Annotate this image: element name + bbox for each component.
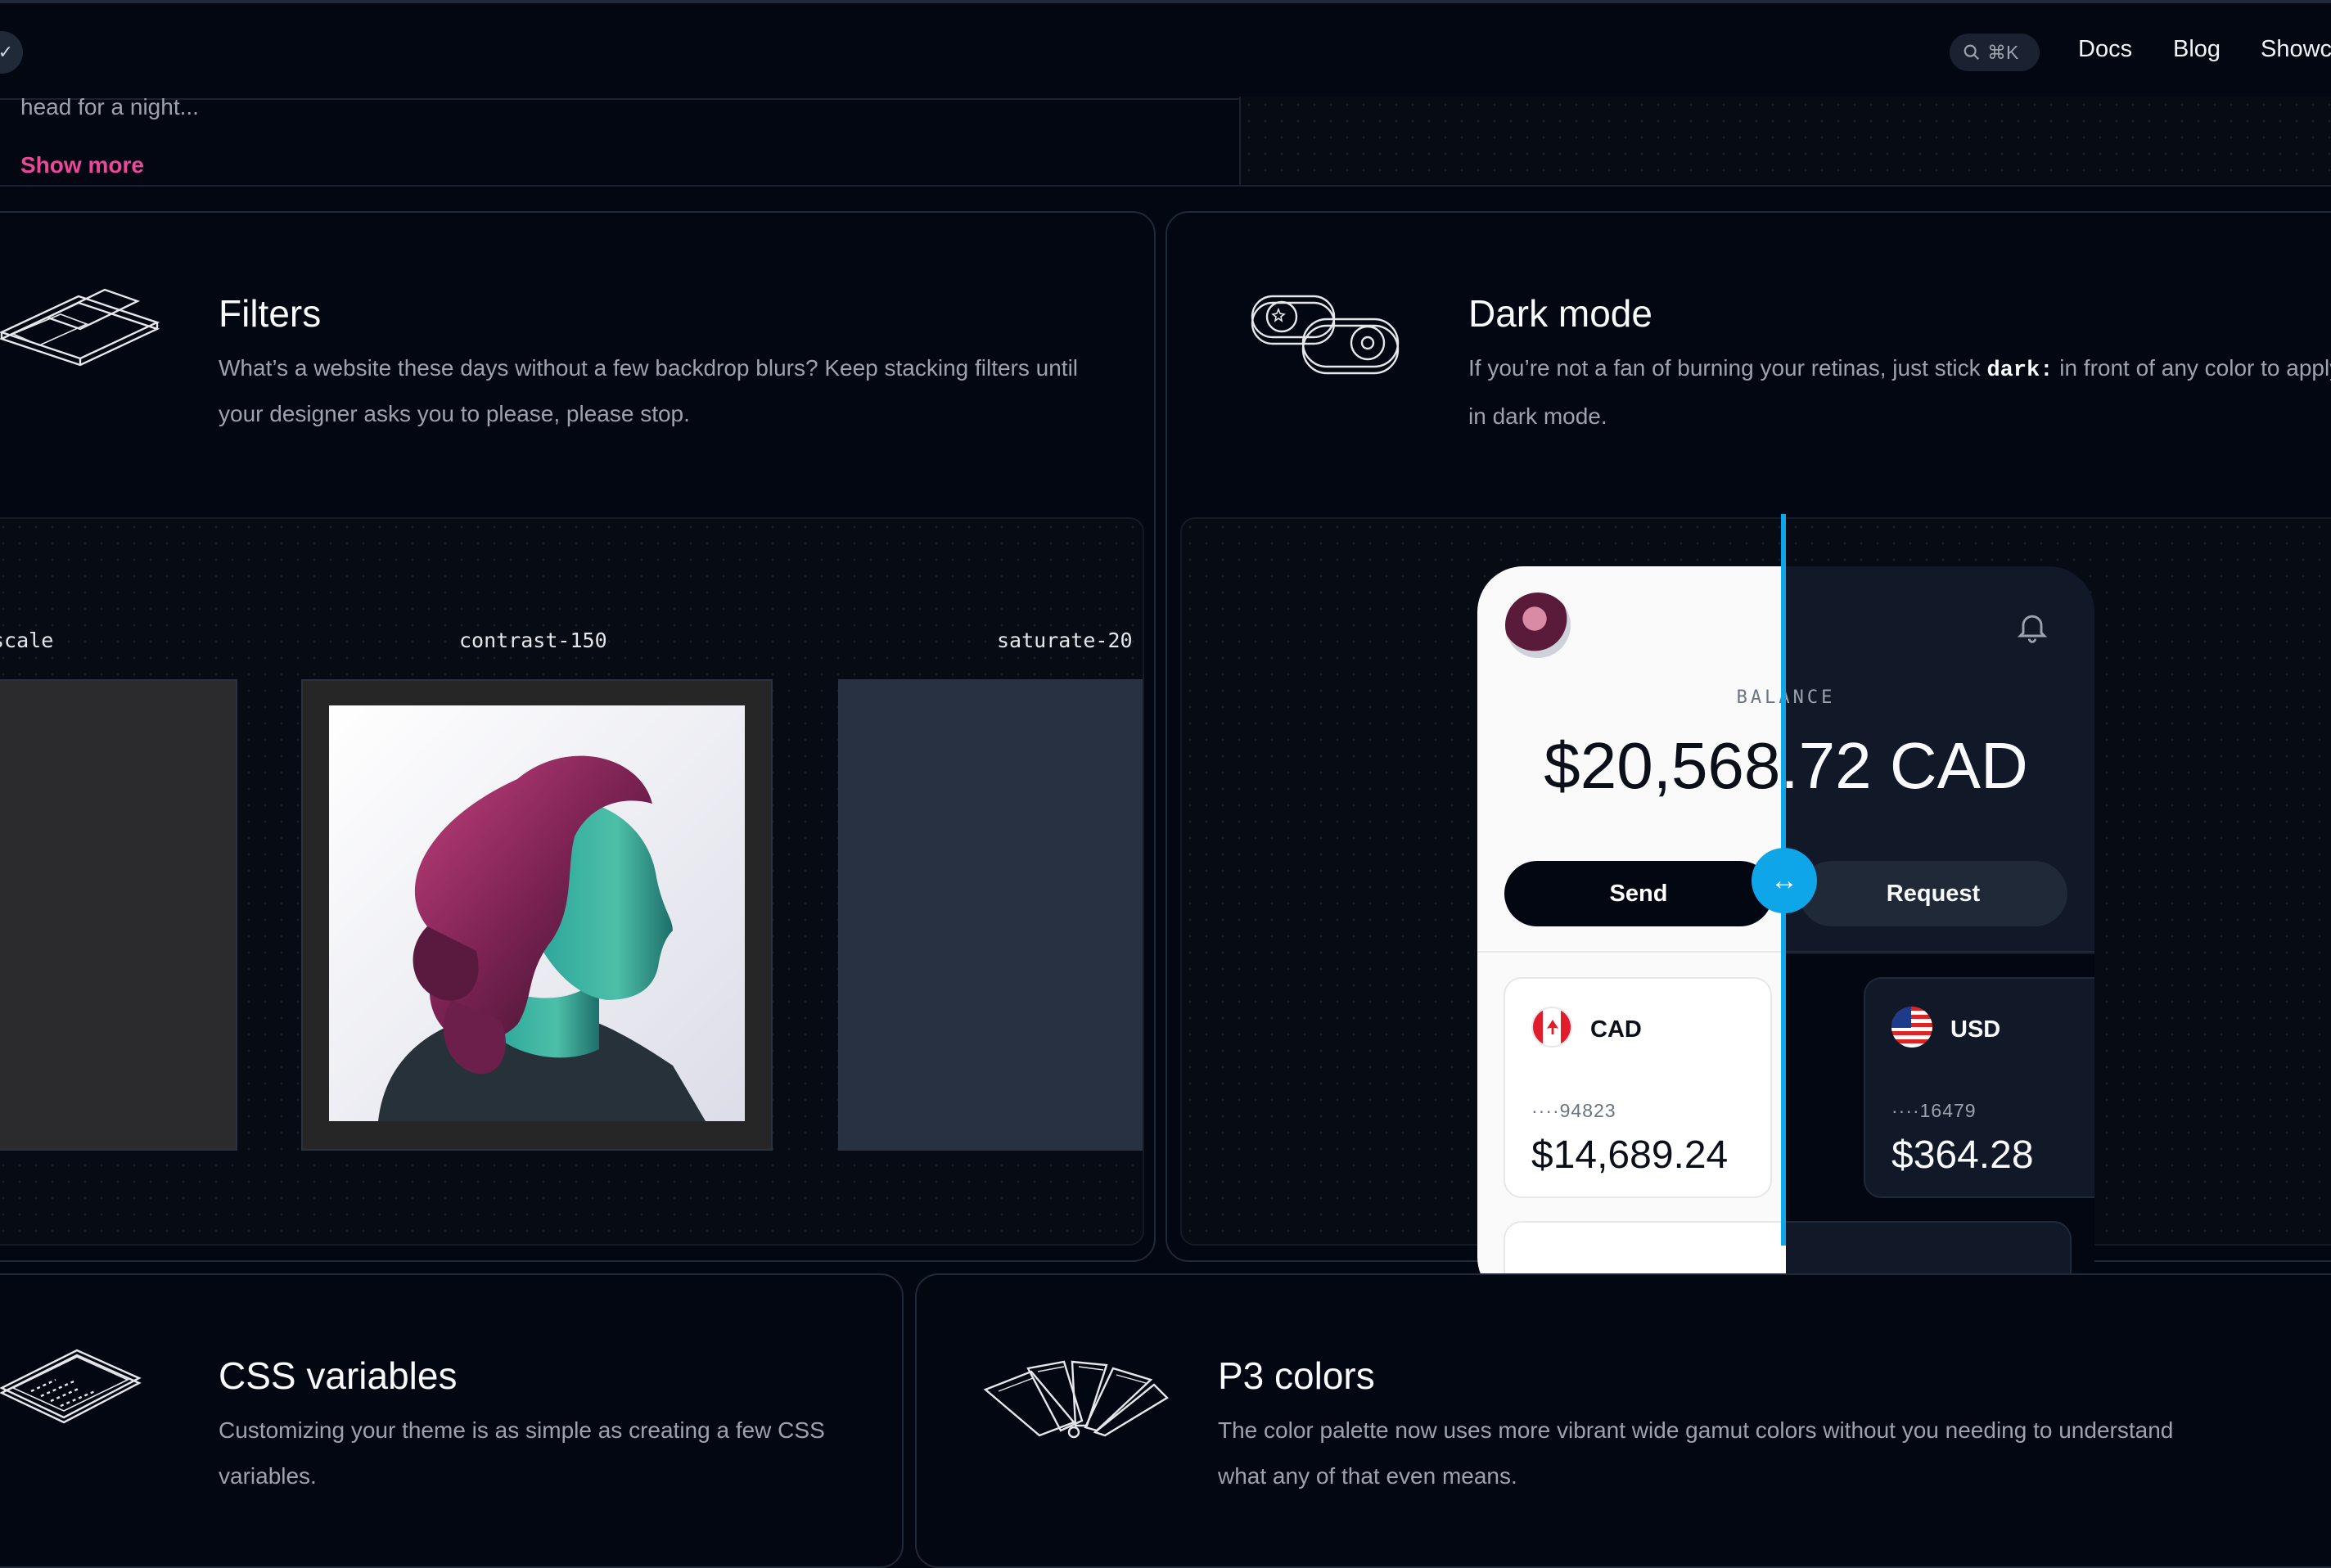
bell-icon[interactable] <box>2014 609 2050 645</box>
code-tablet-icon <box>0 1349 142 1424</box>
p3-colors-title: P3 colors <box>1218 1354 1375 1397</box>
section-divider <box>0 185 2331 187</box>
nav-link-docs[interactable]: Docs <box>2078 36 2132 63</box>
account-card-cad[interactable]: CAD ····94823 $14,689.24 <box>1504 977 1772 1198</box>
request-button[interactable]: Request <box>1799 861 2067 926</box>
account-currency: CAD <box>1590 1016 1642 1043</box>
search-shortcut: ⌘K <box>1987 41 2019 63</box>
us-flag-icon <box>1891 1007 1932 1048</box>
portrait-image <box>329 705 745 1121</box>
previous-card-text: head for a night... <box>20 94 199 119</box>
nav-link-blog[interactable]: Blog <box>2173 36 2221 63</box>
layered-panels-icon <box>0 288 160 367</box>
search-icon <box>1964 44 1980 61</box>
p3-colors-card: P3 colors The color palette now uses mor… <box>915 1273 2331 1568</box>
dark-mode-description: If you’re not a fan of burning your reti… <box>1468 355 2331 429</box>
account-amount: $14,689.24 <box>1531 1133 1729 1177</box>
phone-mockup: BALANCE $20,568.72 CAD Send CAD ····9482… <box>1477 566 2094 1303</box>
dark-mode-title: Dark mode <box>1468 292 1652 335</box>
filters-card: Filters What’s a website these days with… <box>0 211 1156 1262</box>
canada-flag-icon <box>1531 1007 1572 1048</box>
p3-colors-description: The color palette now uses more vibrant … <box>1218 1417 2174 1489</box>
account-number: ····16479 <box>1891 1100 1977 1121</box>
saturate-preview <box>838 679 1143 1151</box>
avatar[interactable] <box>1505 593 1571 658</box>
arrows-horizontal-icon: ↔ <box>1770 864 1798 896</box>
balance-amount: $20,568.72 CAD <box>1544 729 1786 802</box>
filters-demo: scale contrast-150 saturate-20 <box>0 517 1144 1246</box>
grayscale-preview <box>0 679 237 1151</box>
show-more-link[interactable]: Show more <box>20 152 144 178</box>
filter-label-contrast: contrast-150 <box>459 629 607 652</box>
color-swatch-fan-icon <box>983 1360 1169 1439</box>
css-variables-title: CSS variables <box>219 1354 458 1397</box>
account-amount: $364.28 <box>1891 1133 2034 1177</box>
filters-title: Filters <box>219 292 322 335</box>
nav-link-showcase[interactable]: Showc <box>2261 36 2331 63</box>
send-button[interactable]: Send <box>1504 861 1773 926</box>
account-number: ····94823 <box>1531 1100 1616 1121</box>
account-card-usd[interactable]: USD ····16479 $364.28 <box>1864 977 2094 1198</box>
search-button[interactable]: ⌘K <box>1950 34 2040 71</box>
top-nav: ✓ ⌘K Docs Blog Showc <box>0 0 2331 100</box>
phone-light-half: BALANCE $20,568.72 CAD Send CAD ····9482… <box>1477 566 1786 1303</box>
comparison-slider-handle[interactable]: ↔ <box>1752 848 1817 913</box>
filter-label-grayscale: scale <box>0 629 54 652</box>
filter-label-saturate: saturate-20 <box>997 629 1133 652</box>
css-variables-description: Customizing your theme is as simple as c… <box>219 1417 825 1489</box>
chevron-down-icon[interactable]: ✓ <box>0 31 23 74</box>
previous-card-demo <box>1239 97 2331 185</box>
account-currency: USD <box>1950 1016 2001 1043</box>
balance-label: BALANCE <box>1736 687 1786 708</box>
dark-variant-code: dark: <box>1986 358 2054 383</box>
contrast-preview <box>301 679 773 1151</box>
filters-description: What’s a website these days without a fe… <box>219 355 1079 426</box>
css-variables-card: CSS variables Customizing your theme is … <box>0 1273 904 1568</box>
toggle-switches-icon <box>1251 295 1400 375</box>
phone-dark-half: BALANCE $20,568.72 CAD Request USD ····1… <box>1786 566 2094 1303</box>
